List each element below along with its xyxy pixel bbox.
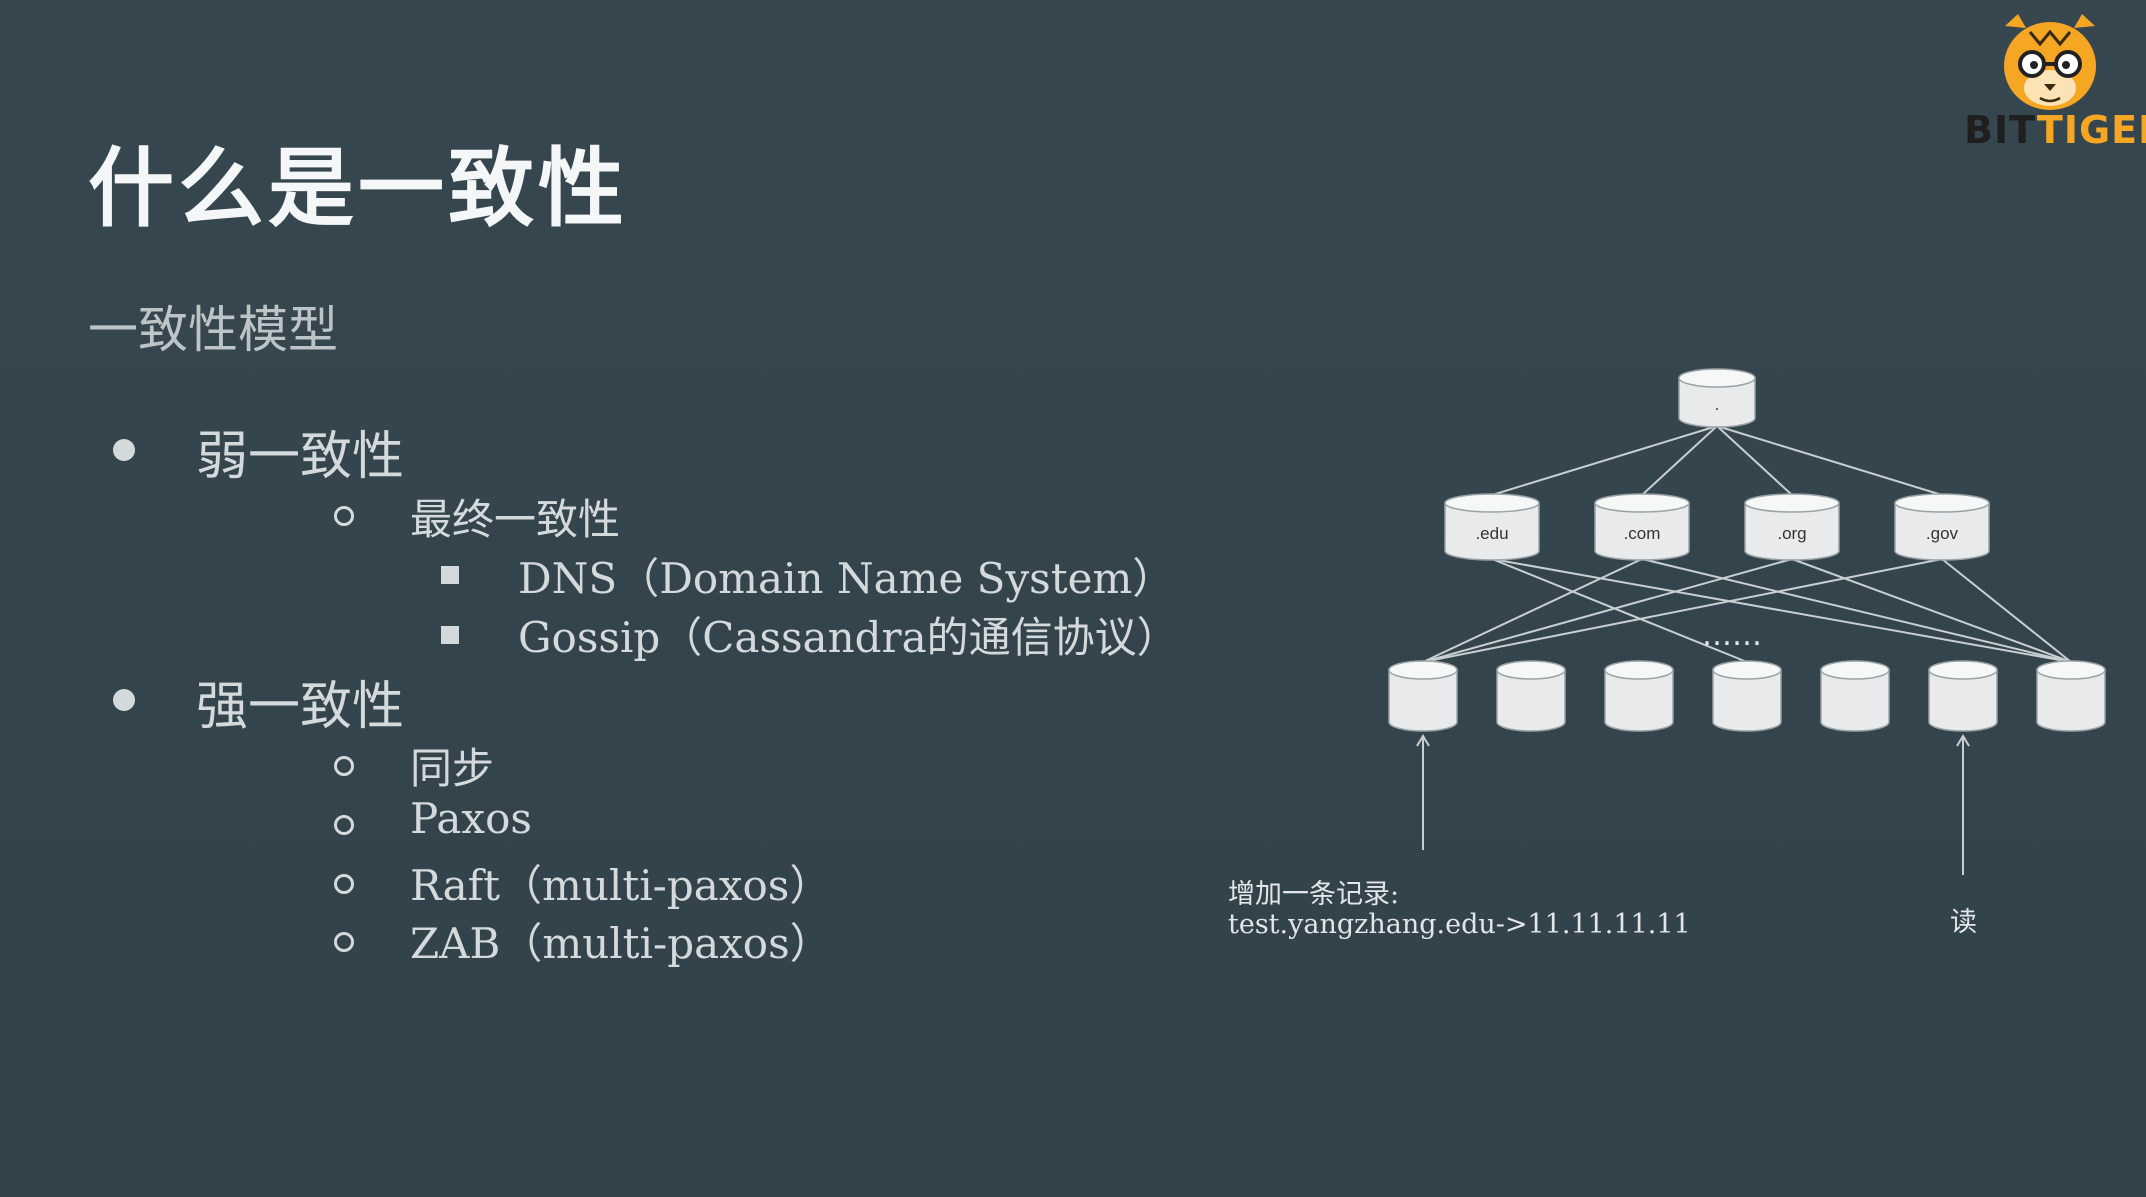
list-item-eventual-consistency: 最终一致性 <box>410 495 621 544</box>
write-caption-line1: 增加一条记录: <box>1228 879 1400 910</box>
tld-server-node: .edu <box>1444 493 1540 561</box>
node-label: .edu <box>1475 524 1508 543</box>
node-label: .com <box>1624 524 1661 543</box>
bullet-disc <box>113 689 135 711</box>
list-item-weak-consistency: 弱一致性 <box>196 427 405 487</box>
tree-edge <box>1716 425 1943 496</box>
leaf-server-node <box>2036 660 2106 732</box>
read-caption: 读 <box>1950 907 1977 938</box>
slide: 什么是一致性 一致性模型 弱一致性 最终一致性 DNS（Domain Name … <box>0 0 2146 1197</box>
bullet-disc <box>113 439 135 461</box>
tld-server-node: .gov <box>1894 493 1990 561</box>
leaf-server-node <box>1712 660 1782 732</box>
logo-wordmark: BITTIGER <box>1964 108 2146 152</box>
node-label: .org <box>1777 524 1806 543</box>
slide-title: 什么是一致性 <box>88 139 628 239</box>
node-label: . <box>1715 395 1720 414</box>
tree-edge <box>1491 558 2072 663</box>
list-item-raft: Raft（multi-paxos） <box>410 861 832 910</box>
bullet-square <box>441 626 459 644</box>
list-item-zab: ZAB（multi-paxos） <box>410 919 832 968</box>
ellipsis-label: …… <box>1702 618 1762 653</box>
tld-server-node: .com <box>1594 493 1690 561</box>
tree-edge <box>1791 558 2072 663</box>
tree-edge <box>1716 425 1793 496</box>
write-caption-line2: test.yangzhang.edu->11.11.11.11 <box>1228 909 1691 940</box>
list-item-paxos: Paxos <box>410 794 532 843</box>
tree-edge <box>1491 425 1718 496</box>
bullet-circle <box>334 874 354 894</box>
leaf-server-node <box>1820 660 1890 732</box>
bullet-square <box>441 566 459 584</box>
leaf-server-node <box>1604 660 1674 732</box>
list-item-dns: DNS（Domain Name System） <box>518 554 1175 603</box>
node-label: .gov <box>1926 524 1959 543</box>
bullet-circle <box>334 815 354 835</box>
slide-subtitle: 一致性模型 <box>88 301 338 359</box>
list-item-gossip: Gossip（Cassandra的通信协议） <box>518 613 1179 662</box>
list-item-sync: 同步 <box>410 744 495 793</box>
root-server-node: . <box>1678 368 1756 428</box>
leaf-server-node <box>1388 660 1458 732</box>
leaf-server-node <box>1496 660 1566 732</box>
tree-edge <box>1422 558 1943 663</box>
bullet-circle <box>334 506 354 526</box>
bullet-circle <box>334 756 354 776</box>
bullet-circle <box>334 932 354 952</box>
list-item-strong-consistency: 强一致性 <box>196 677 405 737</box>
tld-server-node: .org <box>1744 493 1840 561</box>
leaf-server-node <box>1928 660 1998 732</box>
tree-edge <box>1641 425 1718 496</box>
